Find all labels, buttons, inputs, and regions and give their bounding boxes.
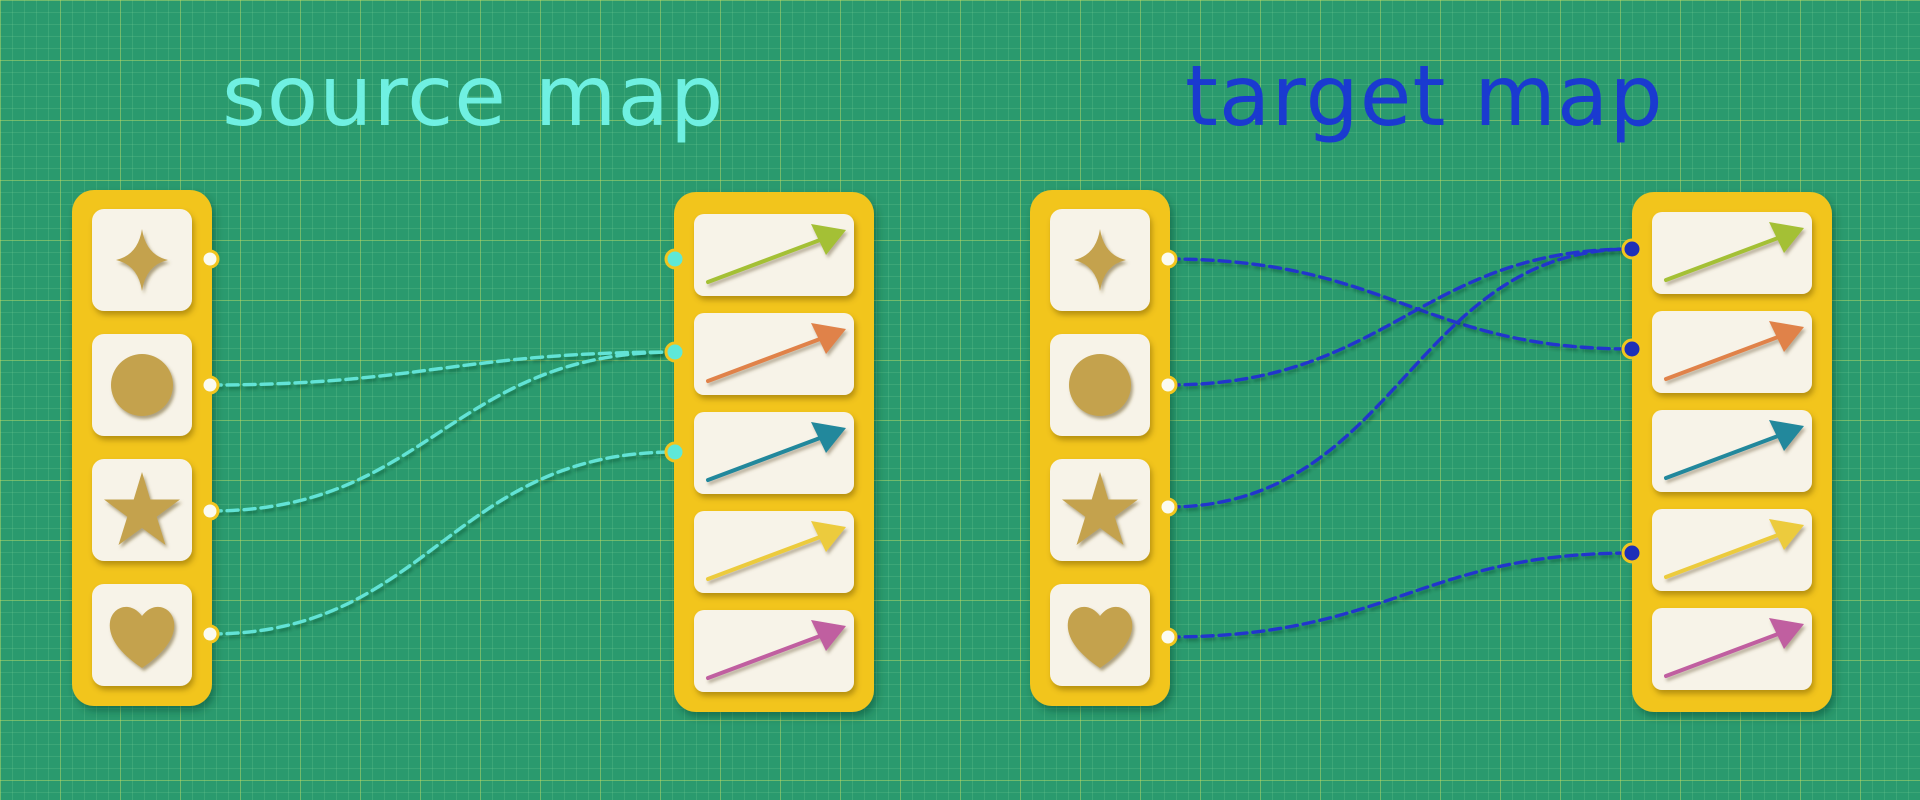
target-right-panel — [1621, 192, 1832, 712]
source-map-title: source map — [222, 47, 724, 145]
source-right-port-3[interactable] — [664, 441, 686, 463]
source-right-panel — [664, 192, 874, 712]
target-left-item-sparkle[interactable] — [1050, 209, 1150, 311]
target-right-item-5[interactable] — [1652, 608, 1812, 690]
source-connection-star-arrow2[interactable] — [208, 350, 677, 513]
target-right-item-1[interactable] — [1652, 212, 1812, 294]
target-left-panel — [1030, 190, 1178, 706]
source-left-port-star[interactable] — [200, 501, 220, 521]
target-right-port-1[interactable] — [1621, 238, 1643, 260]
target-map: target map — [1030, 47, 1832, 712]
source-right-item-3[interactable] — [694, 412, 854, 494]
source-right-item-4[interactable] — [694, 511, 854, 593]
source-right-port-1[interactable] — [664, 248, 686, 270]
target-right-port-2[interactable] — [1621, 338, 1643, 360]
target-connection-sparkle-arrow2[interactable] — [1166, 257, 1634, 351]
target-right-port-4[interactable] — [1621, 542, 1643, 564]
source-left-item-sparkle[interactable] — [92, 209, 192, 311]
target-connections — [1166, 247, 1634, 639]
target-left-port-circle[interactable] — [1158, 375, 1178, 395]
target-left-port-star[interactable] — [1158, 497, 1178, 517]
target-right-item-2[interactable] — [1652, 311, 1812, 393]
source-left-port-heart[interactable] — [200, 624, 220, 644]
source-right-item-5[interactable] — [694, 610, 854, 692]
circle-icon — [111, 354, 173, 416]
source-left-port-circle[interactable] — [200, 375, 220, 395]
target-left-item-star[interactable] — [1050, 459, 1150, 561]
source-left-item-circle[interactable] — [92, 334, 192, 436]
target-connection-heart-arrow4[interactable] — [1166, 551, 1634, 639]
target-left-port-sparkle[interactable] — [1158, 249, 1178, 269]
target-left-item-circle[interactable] — [1050, 334, 1150, 436]
source-left-panel — [72, 190, 220, 706]
source-left-item-star[interactable] — [92, 459, 192, 561]
target-connection-circle-arrow1[interactable] — [1166, 247, 1634, 387]
target-connection-star-arrow1[interactable] — [1166, 247, 1634, 509]
circle-icon — [1069, 354, 1131, 416]
source-connections — [208, 257, 677, 636]
target-right-item-3[interactable] — [1652, 410, 1812, 492]
source-right-item-2[interactable] — [694, 313, 854, 395]
source-right-item-1[interactable] — [694, 214, 854, 296]
target-map-title: target map — [1185, 47, 1664, 145]
source-map: source map — [72, 47, 874, 712]
source-right-port-2[interactable] — [664, 341, 686, 363]
target-right-item-4[interactable] — [1652, 509, 1812, 591]
source-left-item-heart[interactable] — [92, 584, 192, 686]
mapping-board: source map target map — [72, 47, 1832, 712]
target-left-port-heart[interactable] — [1158, 627, 1178, 647]
source-connection-heart-arrow3[interactable] — [208, 450, 677, 636]
source-left-port-sparkle[interactable] — [200, 249, 220, 269]
target-left-item-heart[interactable] — [1050, 584, 1150, 686]
